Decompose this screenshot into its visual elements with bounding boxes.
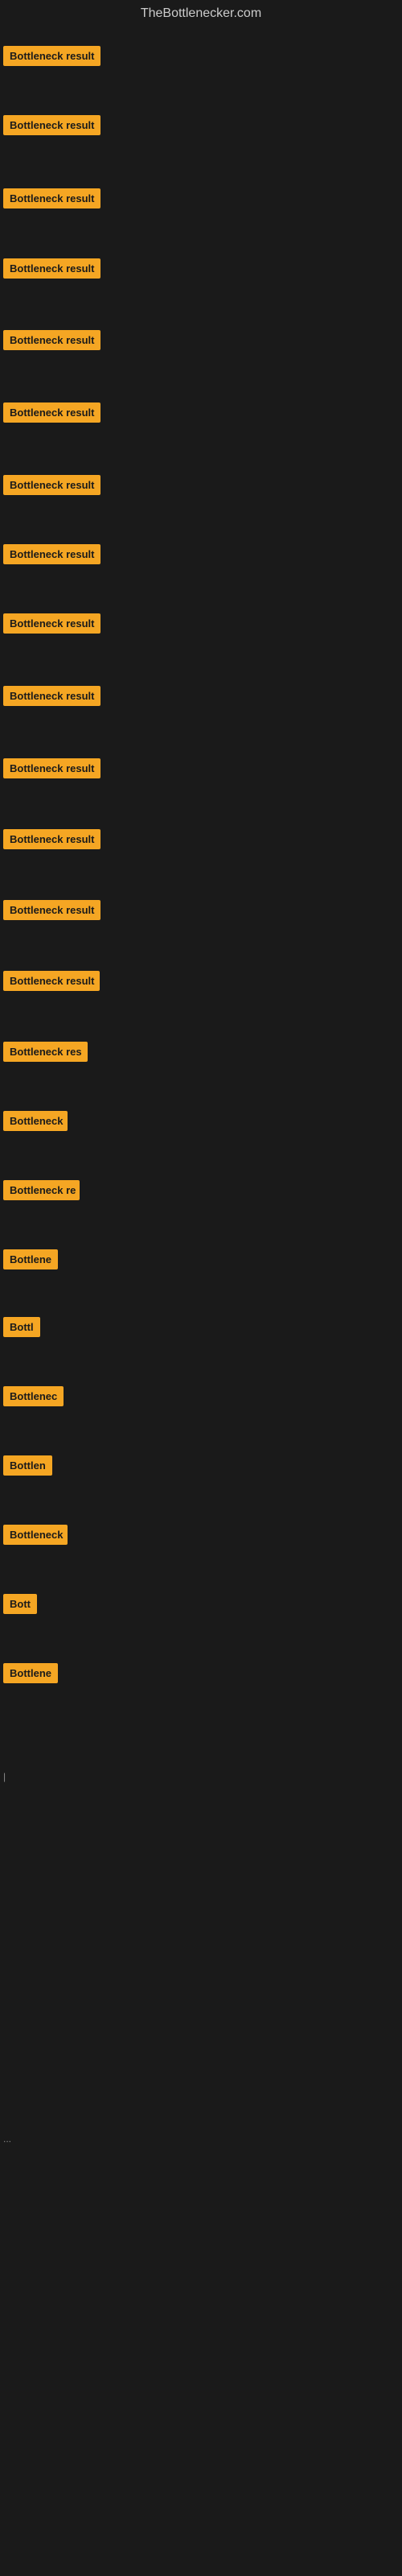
site-title: TheBottlenecker.com: [0, 0, 402, 31]
bottleneck-badge-14[interactable]: Bottleneck result: [3, 971, 100, 991]
bottleneck-item-15: Bottleneck res: [3, 1042, 88, 1066]
bottleneck-item-1: Bottleneck result: [3, 46, 100, 70]
bottleneck-item-4: Bottleneck result: [3, 258, 100, 283]
bottleneck-item-19: Bottl: [3, 1317, 40, 1341]
bottleneck-item-10: Bottleneck result: [3, 686, 100, 710]
bottleneck-item-11: Bottleneck result: [3, 758, 100, 782]
bottleneck-badge-21[interactable]: Bottlen: [3, 1455, 52, 1476]
bottleneck-item-20: Bottlenec: [3, 1386, 64, 1410]
bottleneck-badge-22[interactable]: Bottleneck: [3, 1525, 68, 1545]
bottleneck-item-7: Bottleneck result: [3, 475, 100, 499]
bottleneck-item-9: Bottleneck result: [3, 613, 100, 638]
bottleneck-badge-10[interactable]: Bottleneck result: [3, 686, 100, 706]
bottleneck-item-13: Bottleneck result: [3, 900, 100, 924]
bottleneck-item-14: Bottleneck result: [3, 971, 100, 995]
bottleneck-item-18: Bottlene: [3, 1249, 58, 1274]
bottleneck-badge-6[interactable]: Bottleneck result: [3, 402, 100, 423]
bottleneck-item-12: Bottleneck result: [3, 829, 100, 853]
bottleneck-badge-2[interactable]: Bottleneck result: [3, 115, 100, 135]
bottleneck-item-6: Bottleneck result: [3, 402, 100, 427]
bottleneck-badge-4[interactable]: Bottleneck result: [3, 258, 100, 279]
bottleneck-item-16: Bottleneck: [3, 1111, 68, 1135]
bottleneck-badge-12[interactable]: Bottleneck result: [3, 829, 100, 849]
bottleneck-badge-15[interactable]: Bottleneck res: [3, 1042, 88, 1062]
bottleneck-badge-19[interactable]: Bottl: [3, 1317, 40, 1337]
bottleneck-badge-11[interactable]: Bottleneck result: [3, 758, 100, 778]
bottleneck-item-17: Bottleneck re: [3, 1180, 80, 1204]
bottleneck-badge-9[interactable]: Bottleneck result: [3, 613, 100, 634]
bottleneck-badge-24[interactable]: Bottlene: [3, 1663, 58, 1683]
bottleneck-item-3: Bottleneck result: [3, 188, 100, 213]
bottleneck-item-21: Bottlen: [3, 1455, 52, 1480]
bottleneck-badge-16[interactable]: Bottleneck: [3, 1111, 68, 1131]
bottleneck-badge-8[interactable]: Bottleneck result: [3, 544, 100, 564]
bottleneck-badge-7[interactable]: Bottleneck result: [3, 475, 100, 495]
bottleneck-item-22: Bottleneck: [3, 1525, 68, 1549]
marker-2: ...: [3, 2133, 11, 2145]
bottleneck-badge-17[interactable]: Bottleneck re: [3, 1180, 80, 1200]
bottleneck-item-24: Bottlene: [3, 1663, 58, 1687]
bottleneck-item-23: Bott: [3, 1594, 37, 1618]
bottleneck-item-5: Bottleneck result: [3, 330, 100, 354]
bottleneck-item-2: Bottleneck result: [3, 115, 100, 139]
bottleneck-badge-18[interactable]: Bottlene: [3, 1249, 58, 1269]
marker-1: |: [3, 1771, 6, 1782]
bottleneck-badge-1[interactable]: Bottleneck result: [3, 46, 100, 66]
bottleneck-badge-13[interactable]: Bottleneck result: [3, 900, 100, 920]
page-wrapper: TheBottlenecker.com Bottleneck result Bot…: [0, 0, 402, 2576]
bottleneck-badge-20[interactable]: Bottlenec: [3, 1386, 64, 1406]
bottleneck-badge-5[interactable]: Bottleneck result: [3, 330, 100, 350]
bottleneck-badge-3[interactable]: Bottleneck result: [3, 188, 100, 208]
bottleneck-badge-23[interactable]: Bott: [3, 1594, 37, 1614]
bottleneck-item-8: Bottleneck result: [3, 544, 100, 568]
